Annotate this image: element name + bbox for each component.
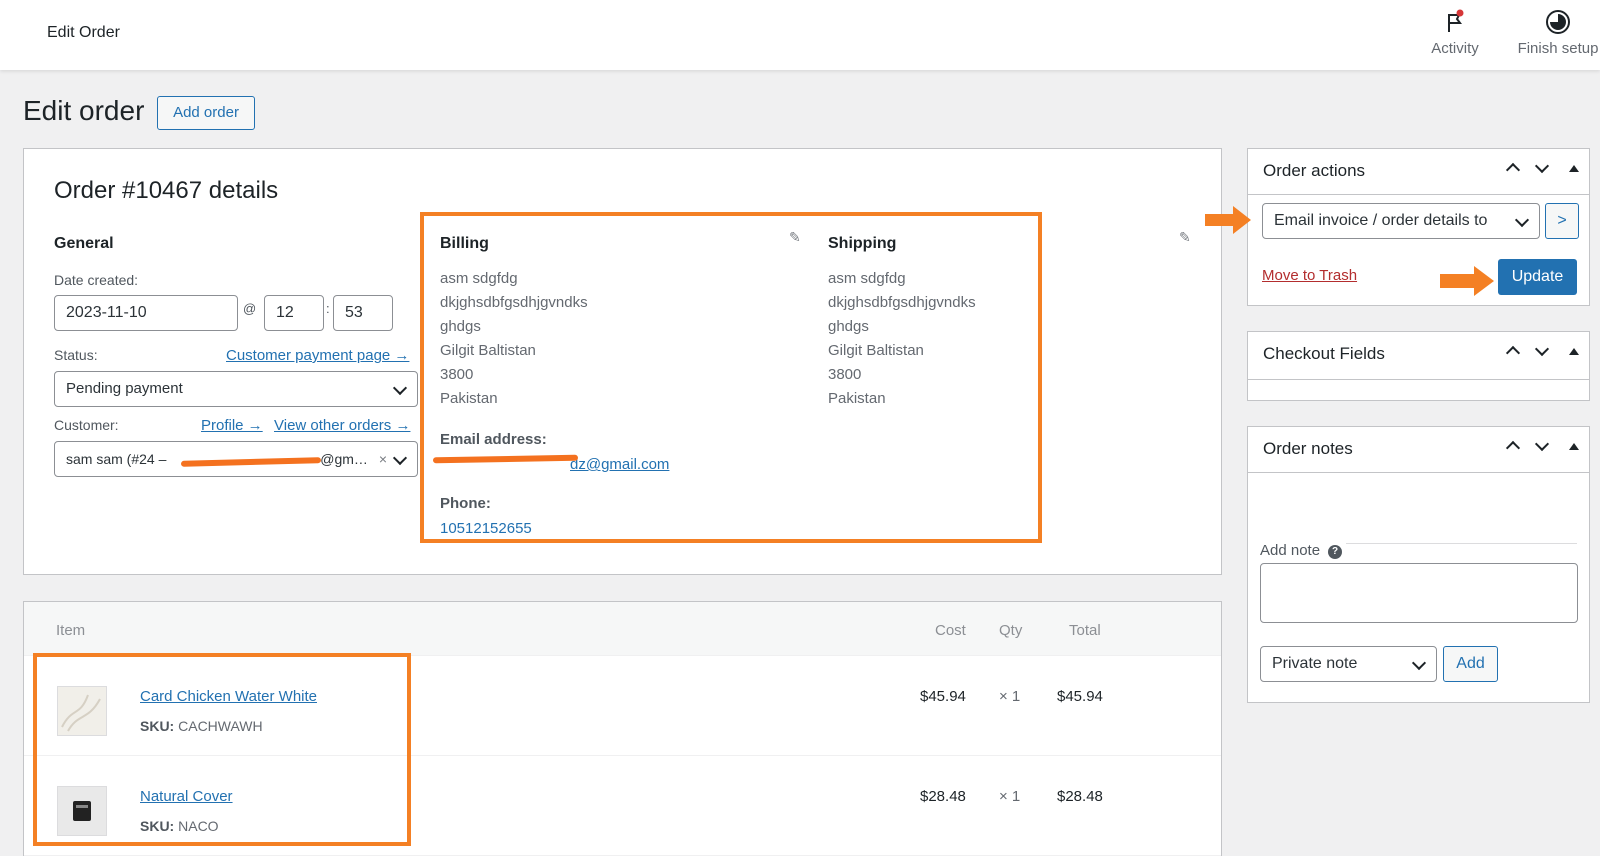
item-cost: $28.48 <box>920 788 966 805</box>
customer-payment-page-link[interactable]: Customer payment page → <box>226 347 409 364</box>
colon-separator: : <box>326 301 330 316</box>
move-down-chevron-icon[interactable] <box>1529 436 1555 456</box>
apply-action-button[interactable]: > <box>1545 203 1579 239</box>
order-actions-title: Order actions <box>1263 161 1366 180</box>
total-column-header: Total <box>1069 622 1101 639</box>
order-action-select[interactable]: Email invoice / order details to <box>1262 203 1540 239</box>
progress-circle-icon <box>1508 8 1600 36</box>
cost-column-header: Cost <box>935 622 966 639</box>
items-table-header: Item Cost Qty Total <box>24 602 1221 656</box>
checkout-fields-panel: Checkout Fields <box>1247 331 1590 401</box>
panel-controls <box>1500 436 1579 456</box>
panel-controls <box>1500 341 1579 361</box>
add-note-label: Add note? <box>1260 542 1347 559</box>
order-notes-title: Order notes <box>1263 439 1353 458</box>
note-type-select[interactable]: Private note <box>1260 646 1437 682</box>
move-down-chevron-icon[interactable] <box>1529 158 1555 178</box>
move-up-chevron-icon[interactable] <box>1500 437 1526 456</box>
collapse-toggle-icon[interactable] <box>1569 165 1579 172</box>
move-down-chevron-icon[interactable] <box>1529 341 1555 361</box>
move-to-trash-link[interactable]: Move to Trash <box>1262 267 1357 284</box>
topbar-title: Edit Order <box>47 24 120 41</box>
item-qty: × 1 <box>999 688 1021 705</box>
move-up-chevron-icon[interactable] <box>1500 342 1526 361</box>
hour-input[interactable]: 12 <box>264 295 324 331</box>
note-textarea[interactable] <box>1260 563 1578 623</box>
collapse-toggle-icon[interactable] <box>1569 443 1579 450</box>
activity-button[interactable]: Activity <box>1420 8 1490 57</box>
item-total: $45.94 <box>1057 688 1103 705</box>
minute-input[interactable]: 53 <box>333 295 393 331</box>
item-cost: $45.94 <box>920 688 966 705</box>
at-separator: @ <box>243 301 257 316</box>
top-bar: Edit Order Activity Finish setup <box>0 0 1600 70</box>
date-created-label: Date created: <box>54 272 139 288</box>
activity-label: Activity <box>1431 40 1479 57</box>
order-action-value: Email invoice / order details to <box>1274 212 1488 229</box>
order-actions-panel: Order actions Email invoice / order deta… <box>1247 148 1590 306</box>
order-heading: Order #10467 details <box>54 177 279 204</box>
checkout-fields-header: Checkout Fields <box>1248 332 1589 380</box>
items-highlight-box <box>33 653 411 846</box>
address-highlight-box <box>420 212 1042 543</box>
help-icon[interactable]: ? <box>1328 545 1343 559</box>
panel-controls <box>1500 158 1579 178</box>
item-qty: × 1 <box>999 788 1021 805</box>
item-total: $28.48 <box>1057 788 1103 805</box>
status-label: Status: <box>54 347 98 363</box>
page-title: Edit order <box>23 95 145 126</box>
qty-column-header: Qty <box>999 622 1023 639</box>
arrow-to-update-icon <box>1440 266 1494 296</box>
order-notes-header: Order notes <box>1248 427 1589 473</box>
checkout-fields-title: Checkout Fields <box>1263 344 1385 363</box>
date-input[interactable]: 2023-11-10 <box>54 295 238 331</box>
order-actions-header: Order actions <box>1248 149 1589 195</box>
status-value: Pending payment <box>66 380 183 397</box>
customer-value: sam sam (#24 – <box>66 451 171 467</box>
status-select[interactable]: Pending payment <box>54 371 418 407</box>
flag-icon <box>1420 8 1490 36</box>
update-button[interactable]: Update <box>1498 259 1577 295</box>
general-heading: General <box>54 235 114 252</box>
item-column-header: Item <box>56 622 86 639</box>
customer-label: Customer: <box>54 417 119 433</box>
move-up-chevron-icon[interactable] <box>1500 159 1526 178</box>
profile-link[interactable]: Profile → <box>201 417 263 434</box>
finish-setup-button[interactable]: Finish setup <box>1508 8 1600 57</box>
add-note-button[interactable]: Add <box>1443 646 1498 682</box>
note-type-value: Private note <box>1272 655 1358 672</box>
view-other-orders-link[interactable]: View other orders → <box>274 417 410 434</box>
customer-value-end: @gm… <box>320 451 368 467</box>
finish-setup-label: Finish setup <box>1517 40 1599 57</box>
order-notes-panel: Order notes Add note? Private note Add <box>1247 426 1590 703</box>
add-order-button[interactable]: Add order <box>157 96 255 130</box>
edit-shipping-pencil-icon[interactable]: ✎ <box>1179 229 1191 246</box>
arrow-to-action-select-icon <box>1205 206 1251 234</box>
clear-customer-icon[interactable]: × <box>379 442 387 476</box>
collapse-toggle-icon[interactable] <box>1569 348 1579 355</box>
